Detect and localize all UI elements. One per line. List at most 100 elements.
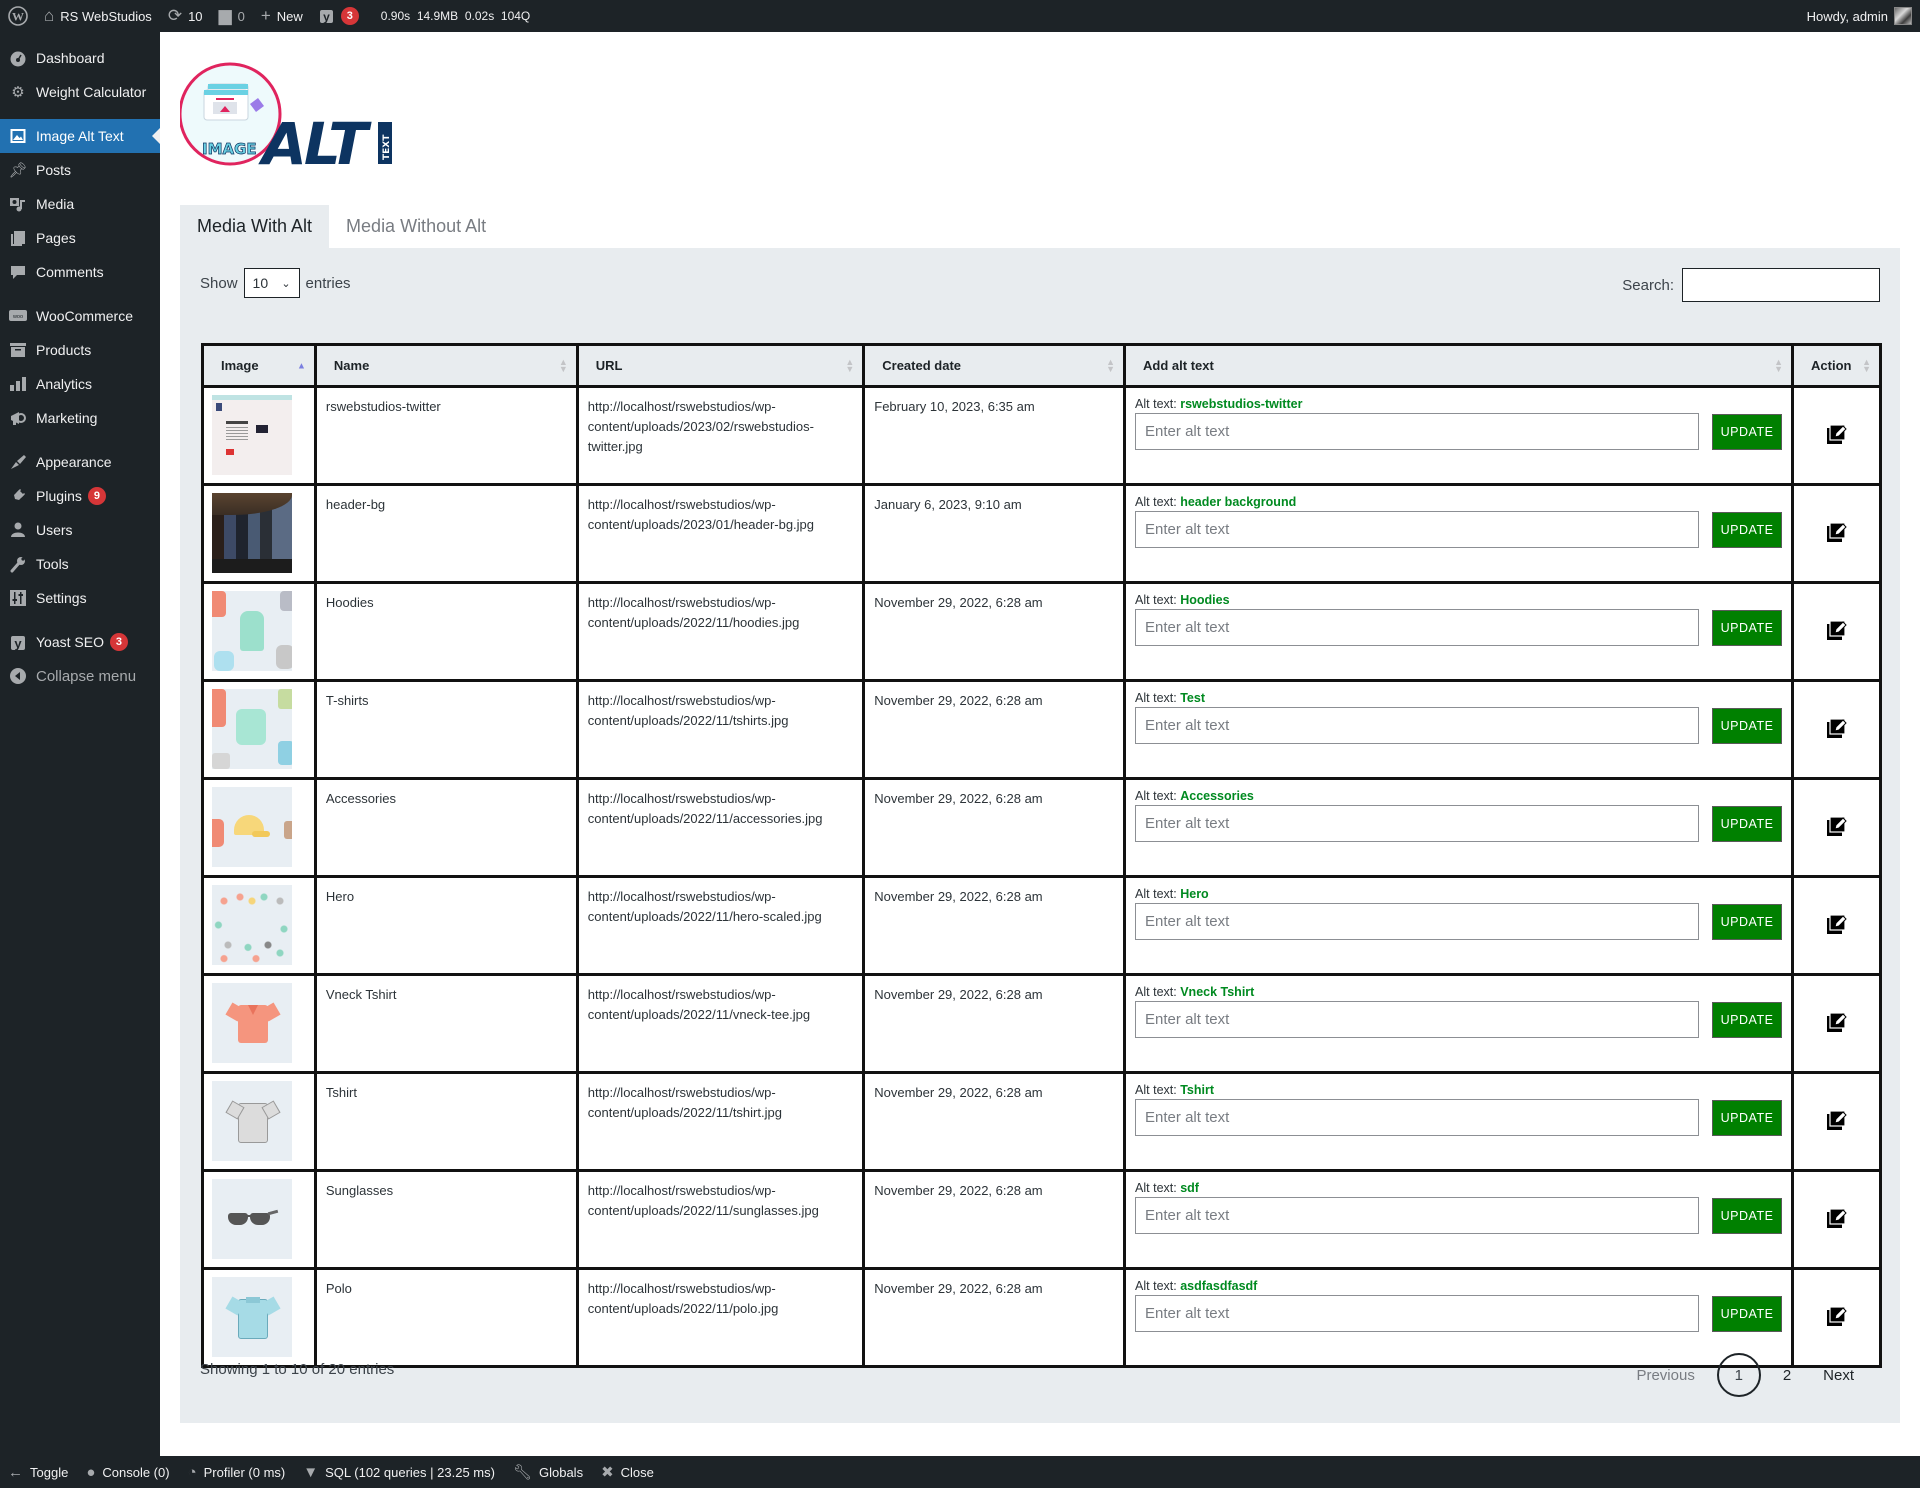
debug-globals-button[interactable]: 🔧︎ Globals [513,1463,583,1481]
alt-value: asdfasdfasdf [1180,1279,1258,1293]
tab-media-with-alt[interactable]: Media With Alt [180,205,330,248]
update-button[interactable]: UPDATE [1712,413,1783,450]
column-header-add-alt-text[interactable]: Add alt text ▲ ▼ [1123,343,1795,388]
sidebar-item-plugins[interactable]: Plugins 9 [0,479,160,513]
sidebar-item-media[interactable]: Media [0,187,160,221]
edit-icon[interactable] [1826,1011,1848,1033]
update-button[interactable]: UPDATE [1712,903,1783,940]
sidebar-item-analytics[interactable]: Analytics [0,367,160,401]
alt-text-input[interactable] [1135,511,1700,548]
image-icon [8,126,28,146]
created-date: January 6, 2023, 9:10 am [874,497,1022,512]
collapse-menu-button[interactable]: Collapse menu [0,659,160,693]
edit-icon[interactable] [1826,1109,1848,1131]
alt-edit-row: UPDATE [1135,903,1783,940]
media-thumbnail [212,1277,292,1357]
action-cell [1791,679,1882,780]
update-button[interactable]: UPDATE [1712,1001,1783,1038]
updates-link[interactable]: ⟳ 10 [160,0,211,32]
alt-edit-row: UPDATE [1135,805,1783,842]
alt-text-input[interactable] [1135,1099,1700,1136]
edit-icon[interactable] [1826,1207,1848,1229]
sidebar-item-yoast-seo[interactable]: y Yoast SEO 3 [0,625,160,659]
alt-prefix: Alt text: [1135,1083,1177,1097]
column-header-url[interactable]: URL ▲ ▼ [575,343,866,388]
alt-edit-row: UPDATE [1135,1099,1783,1136]
sidebar-item-dashboard[interactable]: Dashboard [0,41,160,75]
alt-text-cell: Alt text: Tshirt UPDATE [1123,1071,1795,1172]
sidebar-item-tools[interactable]: Tools [0,547,160,581]
update-button[interactable]: UPDATE [1712,511,1783,548]
alt-text-input[interactable] [1135,1295,1700,1332]
sidebar-item-label: WooCommerce [36,308,133,324]
previous-page-button[interactable]: Previous [1620,1367,1710,1384]
alt-text-input[interactable] [1135,707,1700,744]
image-cell [201,1071,317,1172]
debug-console-button[interactable]: ● Console (0) [86,1464,169,1481]
comments-link[interactable]: ▆ 0 [211,0,253,32]
name-cell: rswebstudios-twitter [313,385,579,486]
alt-text-input[interactable] [1135,1001,1700,1038]
update-button[interactable]: UPDATE [1712,1197,1783,1234]
alt-text-input[interactable] [1135,1197,1700,1234]
column-header-action[interactable]: Action ▲ ▼ [1791,343,1882,388]
new-content-link[interactable]: + New [253,0,311,32]
query-monitor-link[interactable]: 0.90s 14.9MB 0.02s 104Q [373,0,538,32]
search-input[interactable] [1682,268,1880,302]
edit-icon[interactable] [1826,1305,1848,1327]
update-button[interactable]: UPDATE [1712,805,1783,842]
sidebar-item-weight-calculator[interactable]: ⚙ Weight Calculator [0,75,160,109]
media-thumbnail [212,885,292,965]
tab-media-without-alt[interactable]: Media Without Alt [329,205,503,248]
edit-icon[interactable] [1826,423,1848,445]
sidebar-item-image-alt-text[interactable]: Image Alt Text [0,119,160,153]
sidebar-item-users[interactable]: Users [0,513,160,547]
action-cell [1791,385,1882,486]
sidebar-item-appearance[interactable]: Appearance [0,445,160,479]
column-header-name[interactable]: Name ▲ ▼ [313,343,579,388]
column-header-image[interactable]: Image ▲ [201,343,317,388]
debug-toggle-button[interactable]: ← Toggle [8,1464,68,1481]
debug-profiler-button[interactable]: ◔ Profiler (0 ms) [188,1464,286,1481]
edit-icon[interactable] [1826,717,1848,739]
column-header-created-date[interactable]: Created date ▲ ▼ [862,343,1127,388]
wordpress-logo-button[interactable]: W [0,0,36,32]
yoast-link[interactable]: y 3 [311,0,367,32]
update-button[interactable]: UPDATE [1712,609,1783,646]
edit-icon[interactable] [1826,521,1848,543]
media-url: http://localhost/rswebstudios/wp-content… [587,987,811,1022]
next-page-button[interactable]: Next [1807,1367,1870,1384]
created-date: November 29, 2022, 6:28 am [874,889,1043,904]
debug-close-button[interactable]: ✖ Close [601,1463,654,1481]
url-cell: http://localhost/rswebstudios/wp-content… [575,875,866,976]
media-url: http://localhost/rswebstudios/wp-content… [587,1085,782,1120]
sidebar-item-posts[interactable]: 📌︎ Posts [0,153,160,187]
sort-icon: ▲ ▼ [1106,356,1116,374]
sidebar-item-products[interactable]: Products [0,333,160,367]
alt-text-input[interactable] [1135,413,1700,450]
sidebar-item-comments[interactable]: Comments [0,255,160,289]
update-button[interactable]: UPDATE [1712,1295,1783,1332]
sidebar-item-label: Image Alt Text [36,128,124,144]
wrench-icon [8,554,28,574]
debug-sql-button[interactable]: ▼ SQL (102 queries | 23.25 ms) [303,1464,495,1481]
sidebar-item-pages[interactable]: Pages [0,221,160,255]
media-thumbnail [212,395,292,475]
update-button[interactable]: UPDATE [1712,707,1783,744]
edit-icon[interactable] [1826,913,1848,935]
edit-icon[interactable] [1826,619,1848,641]
site-name-link[interactable]: ⌂ RS WebStudios [36,0,160,32]
edit-icon[interactable] [1826,815,1848,837]
sidebar-item-settings[interactable]: Settings [0,581,160,615]
sidebar-item-woocommerce[interactable]: woo WooCommerce [0,299,160,333]
update-button[interactable]: UPDATE [1712,1099,1783,1136]
alt-text-input[interactable] [1135,805,1700,842]
sidebar-item-marketing[interactable]: Marketing [0,401,160,435]
alt-text-input[interactable] [1135,903,1700,940]
url-cell: http://localhost/rswebstudios/wp-content… [575,679,866,780]
page-length-select[interactable]: 10 ⌄ [243,268,300,298]
my-account-link[interactable]: Howdy, admin [1799,0,1920,32]
page-button-1[interactable]: 1 [1716,1353,1761,1397]
page-button-2[interactable]: 2 [1767,1367,1807,1384]
alt-text-input[interactable] [1135,609,1700,646]
